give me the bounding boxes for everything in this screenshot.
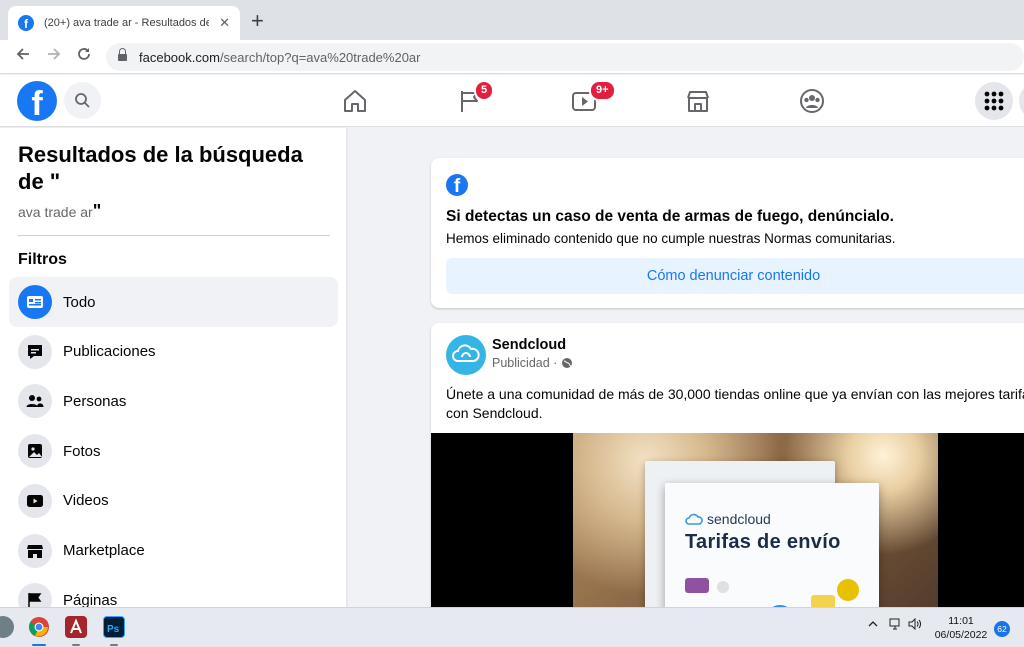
account-avatar[interactable] [1019,82,1024,120]
grid-icon [984,91,1004,111]
results-query: ava trade ar" [18,201,101,222]
filter-list: Todo Publicaciones Personas Fotos Videos [9,277,338,607]
search-filters-panel: Resultados de la búsqueda de " ava trade… [0,128,346,607]
sendcloud-avatar[interactable] [446,335,486,375]
carrier-logo-icon [717,581,729,593]
access-indicator [72,644,80,646]
query-text: ava trade ar [18,204,93,220]
filter-videos[interactable]: Videos [9,476,338,526]
close-tab-icon[interactable]: ✕ [219,15,230,31]
address-bar[interactable]: facebook.com/search/top?q=ava%20trade%20… [106,43,1024,71]
feed-icon [18,285,52,319]
results-title: Resultados de la búsqueda de " [18,142,303,194]
chrome-active-indicator [32,644,46,646]
firearms-notice-card: f Si detectas un caso de venta de armas … [431,158,1024,308]
chrome-icon[interactable] [28,616,50,638]
search-icon [75,93,90,108]
filter-label: Fotos [63,442,101,460]
browser-toolbar: facebook.com/search/top?q=ava%20trade%20… [0,40,1024,74]
post-text: Únete a una comunidad de más de 30,000 t… [446,386,1024,421]
url-domain: facebook.com [139,49,220,65]
filter-label: Marketplace [63,542,145,560]
menu-grid-button[interactable] [975,82,1013,120]
box-title: Tarifas de envío [685,531,841,553]
post-media[interactable]: sendcloud Tarifas de envío [431,433,1024,623]
globe-icon [562,358,573,368]
marketplace-icon [18,533,52,568]
pages-badge: 5 [474,80,495,101]
report-content-button[interactable]: Cómo denunciar contenido [446,258,1024,294]
woo-logo-icon [685,578,709,593]
photos-icon [18,434,52,469]
groups-icon[interactable] [798,87,826,115]
show-hidden-icons-chevron-icon[interactable] [867,618,879,633]
system-clock[interactable]: 11:01 06/05/2022 [930,614,992,642]
box-brand-text: sendcloud [707,511,771,527]
query-close-quote: " [92,201,102,221]
filter-fotos[interactable]: Fotos [9,426,338,476]
photoshop-indicator [110,644,118,646]
reload-icon[interactable] [73,46,95,67]
facebook-favicon-icon: f [18,15,34,31]
photoshop-icon[interactable]: Ps [103,616,125,638]
divider [18,235,330,236]
filter-label: Todo [63,293,96,311]
people-icon [18,384,52,419]
volume-icon[interactable] [908,617,922,633]
post-author[interactable]: Sendcloud [492,337,566,353]
posts-icon [18,334,52,369]
url-path: /search/top?q=ava%20trade%20ar [219,49,421,65]
watch-badge: 9+ [589,80,616,101]
taskbar: Ps 11:01 06/05/2022 62 [0,607,1024,647]
sendcloud-logo-icon [685,513,703,525]
notice-text: Hemos eliminado contenido que no cumple … [446,231,896,246]
new-tab-button[interactable]: + [251,10,264,32]
marketplace-icon[interactable] [684,87,712,115]
clock-time: 11:01 [948,615,974,627]
home-icon[interactable] [341,87,369,115]
user-app-icon[interactable] [0,616,14,638]
clock-date: 06/05/2022 [934,629,988,641]
filter-paginas[interactable]: Páginas [9,575,338,607]
forward-icon[interactable] [43,46,65,67]
front-box-image: sendcloud Tarifas de envío [665,483,879,623]
video-icon [18,483,52,518]
filter-publicaciones[interactable]: Publicaciones [9,327,338,377]
filter-todo[interactable]: Todo [9,277,338,327]
network-icon[interactable] [889,618,903,633]
filter-label: Páginas [63,591,118,607]
facebook-logo-icon[interactable]: f [17,81,57,121]
pages-icon [18,583,52,607]
filter-label: Personas [63,392,127,410]
browser-tab[interactable]: f (20+) ava trade ar - Resultados de ✕ [8,6,240,40]
browser-tabstrip: f (20+) ava trade ar - Resultados de ✕ + [0,0,1024,40]
filter-label: Publicaciones [63,343,156,361]
url-text: facebook.com/search/top?q=ava%20trade%20… [139,50,421,65]
notification-center-badge[interactable]: 62 [994,621,1010,637]
correos-logo-icon [837,579,859,601]
facebook-logo-icon: f [446,174,468,196]
filter-label: Videos [63,492,109,510]
tab-title: (20+) ava trade ar - Resultados de [44,17,210,29]
access-icon[interactable] [65,616,87,638]
cloud-icon [452,344,480,362]
box-brand: sendcloud [685,511,771,527]
svg-text:Ps: Ps [107,624,120,635]
filter-marketplace[interactable]: Marketplace [9,526,338,576]
post-meta: Publicidad · [492,356,573,370]
search-button[interactable] [64,82,101,119]
notice-title: Si detectas un caso de venta de armas de… [446,208,894,225]
filter-personas[interactable]: Personas [9,376,338,426]
facebook-header: f 5 9+ [0,75,1024,127]
lock-icon [118,48,127,62]
sponsored-label[interactable]: Publicidad · [492,356,557,370]
filters-heading: Filtros [18,251,67,268]
back-icon[interactable] [12,46,34,67]
sponsored-post: Sendcloud Publicidad · Únete a una comun… [431,323,1024,623]
